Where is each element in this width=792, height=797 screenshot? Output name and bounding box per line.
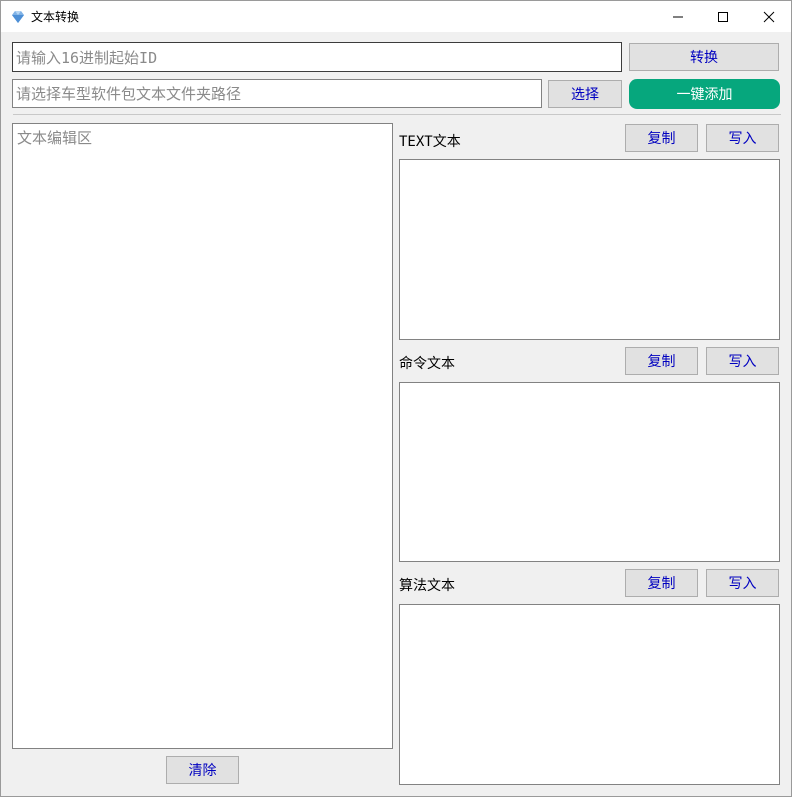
path-placeholder: 请选择车型软件包文本文件夹路径 [16, 85, 242, 103]
app-window: 文本转换 请输入16进制起始ID 转换 请选择车型软件包文本文件夹路径 选择 一… [0, 0, 792, 797]
select-button[interactable]: 选择 [548, 80, 622, 108]
editor-placeholder: 文本编辑区 [17, 129, 93, 147]
title-bar: 文本转换 [1, 1, 791, 32]
close-button[interactable] [746, 1, 792, 32]
text-copy-button[interactable]: 复制 [625, 124, 698, 152]
hex-id-input[interactable]: 请输入16进制起始ID [12, 42, 622, 72]
text-section-label: TEXT文本 [399, 134, 461, 150]
algorithm-write-button[interactable]: 写入 [706, 569, 779, 597]
algorithm-section-label: 算法文本 [399, 578, 455, 594]
close-icon [763, 11, 775, 22]
text-write-button[interactable]: 写入 [706, 124, 779, 152]
one-click-add-button[interactable]: 一键添加 [629, 79, 780, 109]
hex-id-placeholder: 请输入16进制起始ID [16, 48, 158, 67]
app-icon [12, 11, 24, 23]
maximize-button[interactable] [700, 1, 746, 32]
path-input[interactable]: 请选择车型软件包文本文件夹路径 [12, 79, 542, 108]
command-write-button[interactable]: 写入 [706, 347, 779, 375]
command-output-area[interactable] [399, 382, 780, 562]
algorithm-output-area[interactable] [399, 604, 780, 785]
command-copy-button[interactable]: 复制 [625, 347, 698, 375]
maximize-icon [718, 11, 728, 22]
minimize-icon [673, 16, 683, 17]
separator [13, 114, 781, 115]
convert-button[interactable]: 转换 [629, 43, 779, 71]
text-output-area[interactable] [399, 159, 780, 340]
window-title: 文本转换 [31, 10, 80, 24]
clear-button[interactable]: 清除 [166, 756, 239, 784]
algorithm-copy-button[interactable]: 复制 [625, 569, 698, 597]
text-editor[interactable]: 文本编辑区 [12, 123, 393, 749]
command-section-label: 命令文本 [399, 356, 455, 372]
minimize-button[interactable] [655, 1, 701, 32]
